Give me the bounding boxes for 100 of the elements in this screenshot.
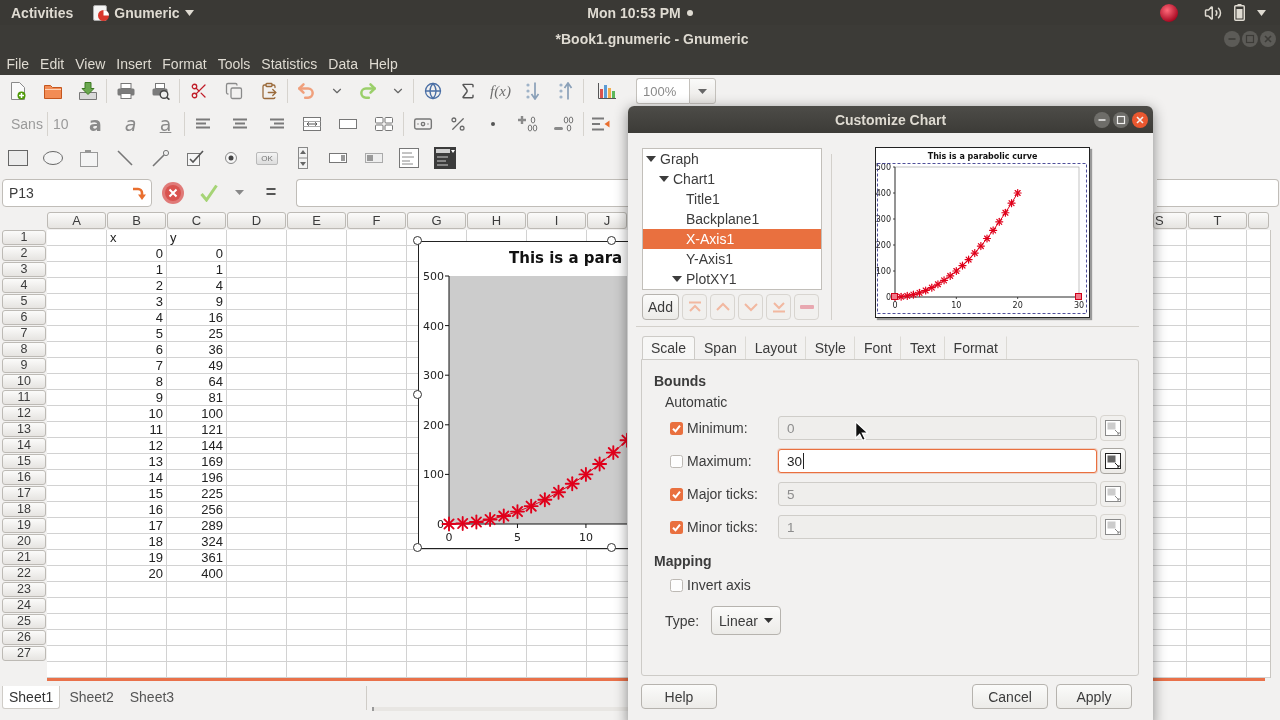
line-icon[interactable] <box>116 150 133 166</box>
resize-handle[interactable] <box>413 390 422 399</box>
menu-item[interactable]: Edit <box>34 55 70 72</box>
merge-center-icon[interactable] <box>303 117 321 131</box>
row-header[interactable]: 20 <box>2 534 46 549</box>
zoom-field[interactable]: 100% <box>636 78 689 104</box>
input-field[interactable]: 30 <box>778 449 1097 473</box>
percent-icon[interactable] <box>448 115 467 133</box>
row-header[interactable]: 16 <box>2 470 46 485</box>
caret-down-icon[interactable] <box>659 174 669 184</box>
menu-item[interactable]: View <box>69 55 111 72</box>
list-tool-icon[interactable] <box>399 148 420 168</box>
cell-reference-field[interactable]: P13 <box>2 178 152 207</box>
row-header[interactable]: 2 <box>2 246 46 261</box>
equals-button[interactable]: = <box>265 182 277 203</box>
row-header[interactable]: 19 <box>2 518 46 533</box>
column-header[interactable]: E <box>287 212 346 229</box>
menu-item[interactable]: Help <box>363 55 404 72</box>
column-header[interactable]: F <box>347 212 406 229</box>
caret-down-icon[interactable] <box>1257 9 1266 16</box>
row-header[interactable]: 24 <box>2 598 46 613</box>
minimize-icon[interactable] <box>1094 111 1110 128</box>
resize-handle[interactable] <box>607 236 616 245</box>
checkbox-tool-icon[interactable] <box>187 150 205 166</box>
axis-handle-icon[interactable] <box>1075 293 1082 300</box>
cancel-button[interactable]: Cancel <box>972 684 1048 709</box>
radio-tool-icon[interactable] <box>225 152 238 164</box>
column-header[interactable]: B <box>107 212 166 229</box>
maximize-icon[interactable] <box>1113 111 1129 128</box>
caret-down-icon[interactable] <box>763 618 773 623</box>
close-icon[interactable] <box>1132 111 1148 128</box>
row-header[interactable]: 23 <box>2 582 46 597</box>
resize-handle[interactable] <box>413 236 422 245</box>
range-button[interactable] <box>1100 448 1126 474</box>
type-dropdown[interactable]: Linear <box>711 606 781 635</box>
menu-item[interactable]: Statistics <box>255 55 323 72</box>
formula-input[interactable] <box>1157 178 1279 207</box>
row-header[interactable]: 3 <box>2 262 46 277</box>
button-tool[interactable]: OK <box>256 151 278 165</box>
new-document-icon[interactable] <box>9 82 26 100</box>
row-header[interactable]: 8 <box>2 342 46 357</box>
menu-item[interactable]: Tools <box>212 55 256 72</box>
row-header[interactable]: 14 <box>2 438 46 453</box>
row-header[interactable]: 26 <box>2 630 46 645</box>
zoom-dropdown-button[interactable] <box>689 78 716 104</box>
activities-button[interactable]: Activities <box>11 4 74 21</box>
menu-item[interactable]: Data <box>322 55 364 72</box>
row-header[interactable]: 25 <box>2 614 46 629</box>
combo-tool-icon[interactable] <box>433 147 456 169</box>
add-decimal-icon[interactable] <box>518 116 538 132</box>
checkbox[interactable] <box>670 520 683 534</box>
bar-chart-icon[interactable] <box>598 83 616 99</box>
scissors-icon[interactable] <box>189 82 208 100</box>
resize-handle[interactable] <box>413 543 422 552</box>
sphere-icon[interactable] <box>1160 3 1178 22</box>
globe-icon[interactable] <box>423 82 442 100</box>
scrollbar-tool-icon[interactable] <box>329 153 348 163</box>
tree-item[interactable]: Graph <box>643 149 821 169</box>
column-header[interactable]: D <box>227 212 286 229</box>
folder-icon[interactable] <box>43 83 62 99</box>
clipboard-icon[interactable] <box>259 82 278 100</box>
checkbox[interactable] <box>670 487 683 501</box>
caret-down-icon[interactable] <box>672 274 682 284</box>
rectangle-icon[interactable] <box>7 150 28 166</box>
checkbox[interactable] <box>670 578 683 592</box>
check-icon[interactable] <box>200 183 218 202</box>
row-header[interactable]: 17 <box>2 486 46 501</box>
jump-arrow-icon[interactable] <box>132 185 146 200</box>
cancel-icon[interactable] <box>162 181 184 204</box>
menu-item[interactable]: File <box>1 55 35 72</box>
column-header[interactable]: T <box>1188 212 1247 229</box>
row-header[interactable]: 10 <box>2 374 46 389</box>
copy-icon[interactable] <box>224 82 243 100</box>
align-right-icon[interactable] <box>268 118 284 130</box>
align-left-icon[interactable] <box>196 118 212 130</box>
column-header[interactable]: J <box>587 212 627 229</box>
sheet-tab[interactable]: Sheet3 <box>122 686 182 709</box>
clock[interactable]: Mon 10:53 PM <box>587 4 681 21</box>
row-header[interactable]: 12 <box>2 406 46 421</box>
tree-item[interactable]: Title1 <box>643 189 821 209</box>
print-preview-icon[interactable] <box>151 82 170 100</box>
column-header[interactable]: I <box>527 212 586 229</box>
sheet-tab[interactable]: Sheet2 <box>62 686 121 709</box>
caret-down-icon[interactable] <box>184 9 194 16</box>
row-header[interactable]: 6 <box>2 310 46 325</box>
slider-tool-icon[interactable] <box>364 153 383 163</box>
row-header[interactable]: 4 <box>2 278 46 293</box>
arrow-icon[interactable] <box>151 149 169 167</box>
row-header[interactable]: 5 <box>2 294 46 309</box>
row-header[interactable]: 1 <box>2 230 46 245</box>
function-button[interactable]: f(x) <box>490 82 511 100</box>
help-button[interactable]: Help <box>641 684 717 709</box>
tab[interactable]: Scale <box>642 336 696 359</box>
text-frame-icon[interactable] <box>80 149 98 167</box>
app-menu[interactable]: Gnumeric <box>93 4 194 21</box>
tree-item[interactable]: Chart1 <box>643 169 821 189</box>
sort-down-icon[interactable] <box>525 82 540 100</box>
battery-icon[interactable] <box>1234 4 1245 21</box>
column-header[interactable]: C <box>167 212 226 229</box>
app-icon[interactable] <box>93 4 110 21</box>
